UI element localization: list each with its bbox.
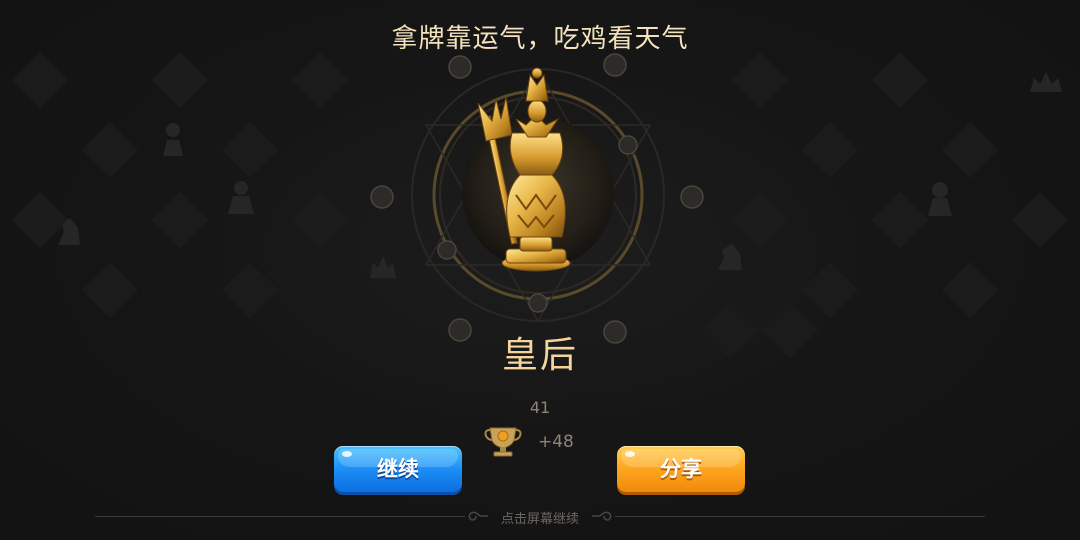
score-total: 41 — [529, 398, 551, 417]
score-delta: +48 — [538, 432, 574, 452]
game-result-screen[interactable]: 拿牌靠运气，吃鸡看天气 皇后 41 +48 继续 分享 点击屏幕继续 — [0, 0, 1080, 540]
queen-chess-piece-icon — [370, 53, 704, 344]
button-highlight — [342, 451, 352, 457]
button-highlight — [625, 451, 635, 457]
share-button[interactable]: 分享 — [617, 446, 745, 492]
continue-button-label: 继续 — [377, 457, 419, 481]
share-button-label: 分享 — [660, 457, 702, 481]
tap-to-continue-hint[interactable]: 点击屏幕继续 — [0, 508, 1080, 527]
trophy-icon — [484, 427, 522, 457]
continue-button[interactable]: 继续 — [334, 446, 462, 492]
piece-name-title: 皇后 — [501, 335, 578, 376]
